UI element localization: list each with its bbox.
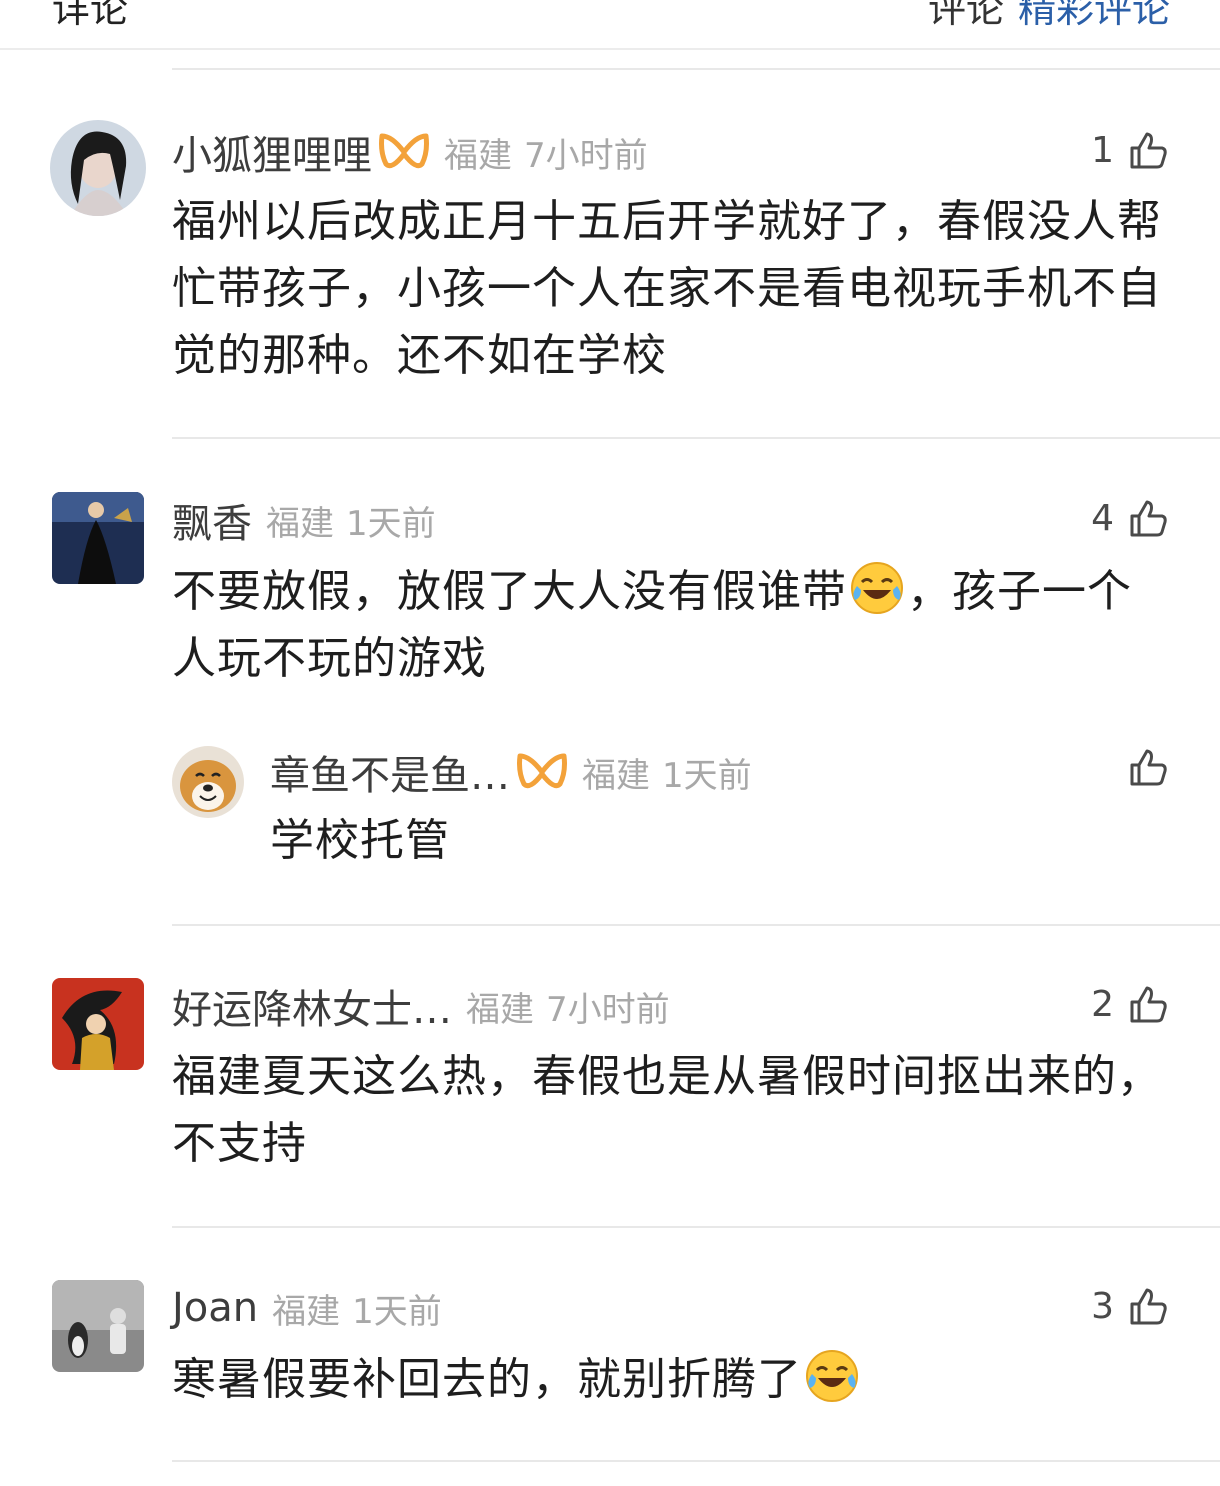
thumbs-up-icon: [1130, 500, 1167, 536]
comment-meta: 福建 1天前: [266, 496, 436, 545]
comment-text: 福州以后改成正月十五后开学就好了，春假没人帮忙带孩子，小孩一个人在家不是看电视玩…: [172, 196, 1162, 381]
comment-meta: 福建 1天前: [582, 748, 752, 797]
comment-text: 福建夏天这么热，春假也是从暑假时间抠出来的，不支持: [172, 1051, 1162, 1169]
comment-header: 章鱼不是鱼… 福建 1天前: [270, 742, 1168, 802]
divider: [172, 924, 1220, 926]
comment-text-part: 不要放假，放假了大人没有假谁带: [172, 566, 847, 617]
top-left-label: 详论: [52, 0, 129, 31]
like-count: 3: [1091, 1286, 1114, 1327]
divider: [172, 437, 1220, 439]
vip-badge-icon: [379, 133, 429, 169]
comment-meta: 福建 7小时前: [444, 128, 648, 177]
location: 福建: [444, 135, 512, 176]
username[interactable]: 小狐狸哩哩: [172, 123, 372, 181]
like-button[interactable]: 2: [1091, 984, 1168, 1025]
like-count: 4: [1091, 498, 1114, 539]
avatar[interactable]: [52, 1280, 144, 1372]
thumbs-up-icon: [1130, 749, 1167, 786]
username[interactable]: 章鱼不是鱼…: [270, 743, 510, 801]
like-button[interactable]: 3: [1091, 1286, 1168, 1327]
comment-meta: 福建 1天前: [272, 1284, 442, 1333]
username[interactable]: 好运降林女士…: [172, 977, 452, 1035]
like-button[interactable]: 1: [1091, 130, 1168, 171]
location: 福建: [266, 503, 334, 544]
timestamp: 7小时前: [524, 135, 648, 176]
avatar[interactable]: [172, 746, 244, 818]
location: 福建: [582, 755, 650, 796]
tab-featured-comments[interactable]: 精彩评论: [1018, 0, 1170, 31]
divider: [172, 68, 1220, 70]
tab-comments[interactable]: 评论: [928, 0, 1004, 31]
top-tab-bar: 详论 评论 精彩评论: [0, 0, 1220, 50]
thumbs-up-icon: [1130, 1288, 1167, 1324]
thumbs-up-icon: [1130, 986, 1167, 1022]
comment-header: Joan 福建 1天前: [172, 1278, 1168, 1338]
vip-badge-icon: [517, 753, 567, 789]
laugh-cry-emoji-icon: [851, 562, 903, 614]
timestamp: 1天前: [662, 755, 752, 796]
like-button[interactable]: [1114, 748, 1168, 788]
comment-meta: 福建 7小时前: [466, 982, 670, 1031]
avatar[interactable]: [52, 492, 144, 584]
divider: [172, 1460, 1220, 1462]
divider: [172, 1226, 1220, 1228]
comment-text: 不要放假，放假了大人没有假谁带 ，孩子一个人玩不玩的游戏: [172, 558, 1170, 692]
avatar[interactable]: [50, 120, 146, 216]
comment-header: 好运降林女士… 福建 7小时前: [172, 976, 1168, 1036]
avatar[interactable]: [52, 978, 144, 1070]
location: 福建: [466, 989, 534, 1030]
location: 福建: [272, 1291, 341, 1332]
username[interactable]: Joan: [172, 1285, 258, 1331]
comment-text: 寒暑假要补回去的，就别折腾了: [172, 1346, 1170, 1413]
username[interactable]: 飘香: [172, 491, 252, 549]
like-button[interactable]: 4: [1091, 498, 1168, 539]
timestamp: 1天前: [346, 503, 436, 544]
timestamp: 1天前: [352, 1291, 442, 1332]
timestamp: 7小时前: [546, 989, 670, 1030]
comment-sort-tabs[interactable]: 评论 精彩评论: [928, 0, 1170, 33]
comment-text-part: 寒暑假要补回去的，就别折腾了: [172, 1354, 802, 1405]
like-count: 1: [1091, 130, 1114, 171]
thumbs-up-icon: [1130, 132, 1167, 168]
comment-header: 小狐狸哩哩 福建 7小时前: [172, 122, 1168, 182]
comment-header: 飘香 福建 1天前: [172, 490, 1168, 550]
like-count: 2: [1091, 984, 1114, 1025]
laugh-cry-emoji-icon: [806, 1350, 858, 1402]
comment-text: 学校托管: [270, 815, 450, 866]
